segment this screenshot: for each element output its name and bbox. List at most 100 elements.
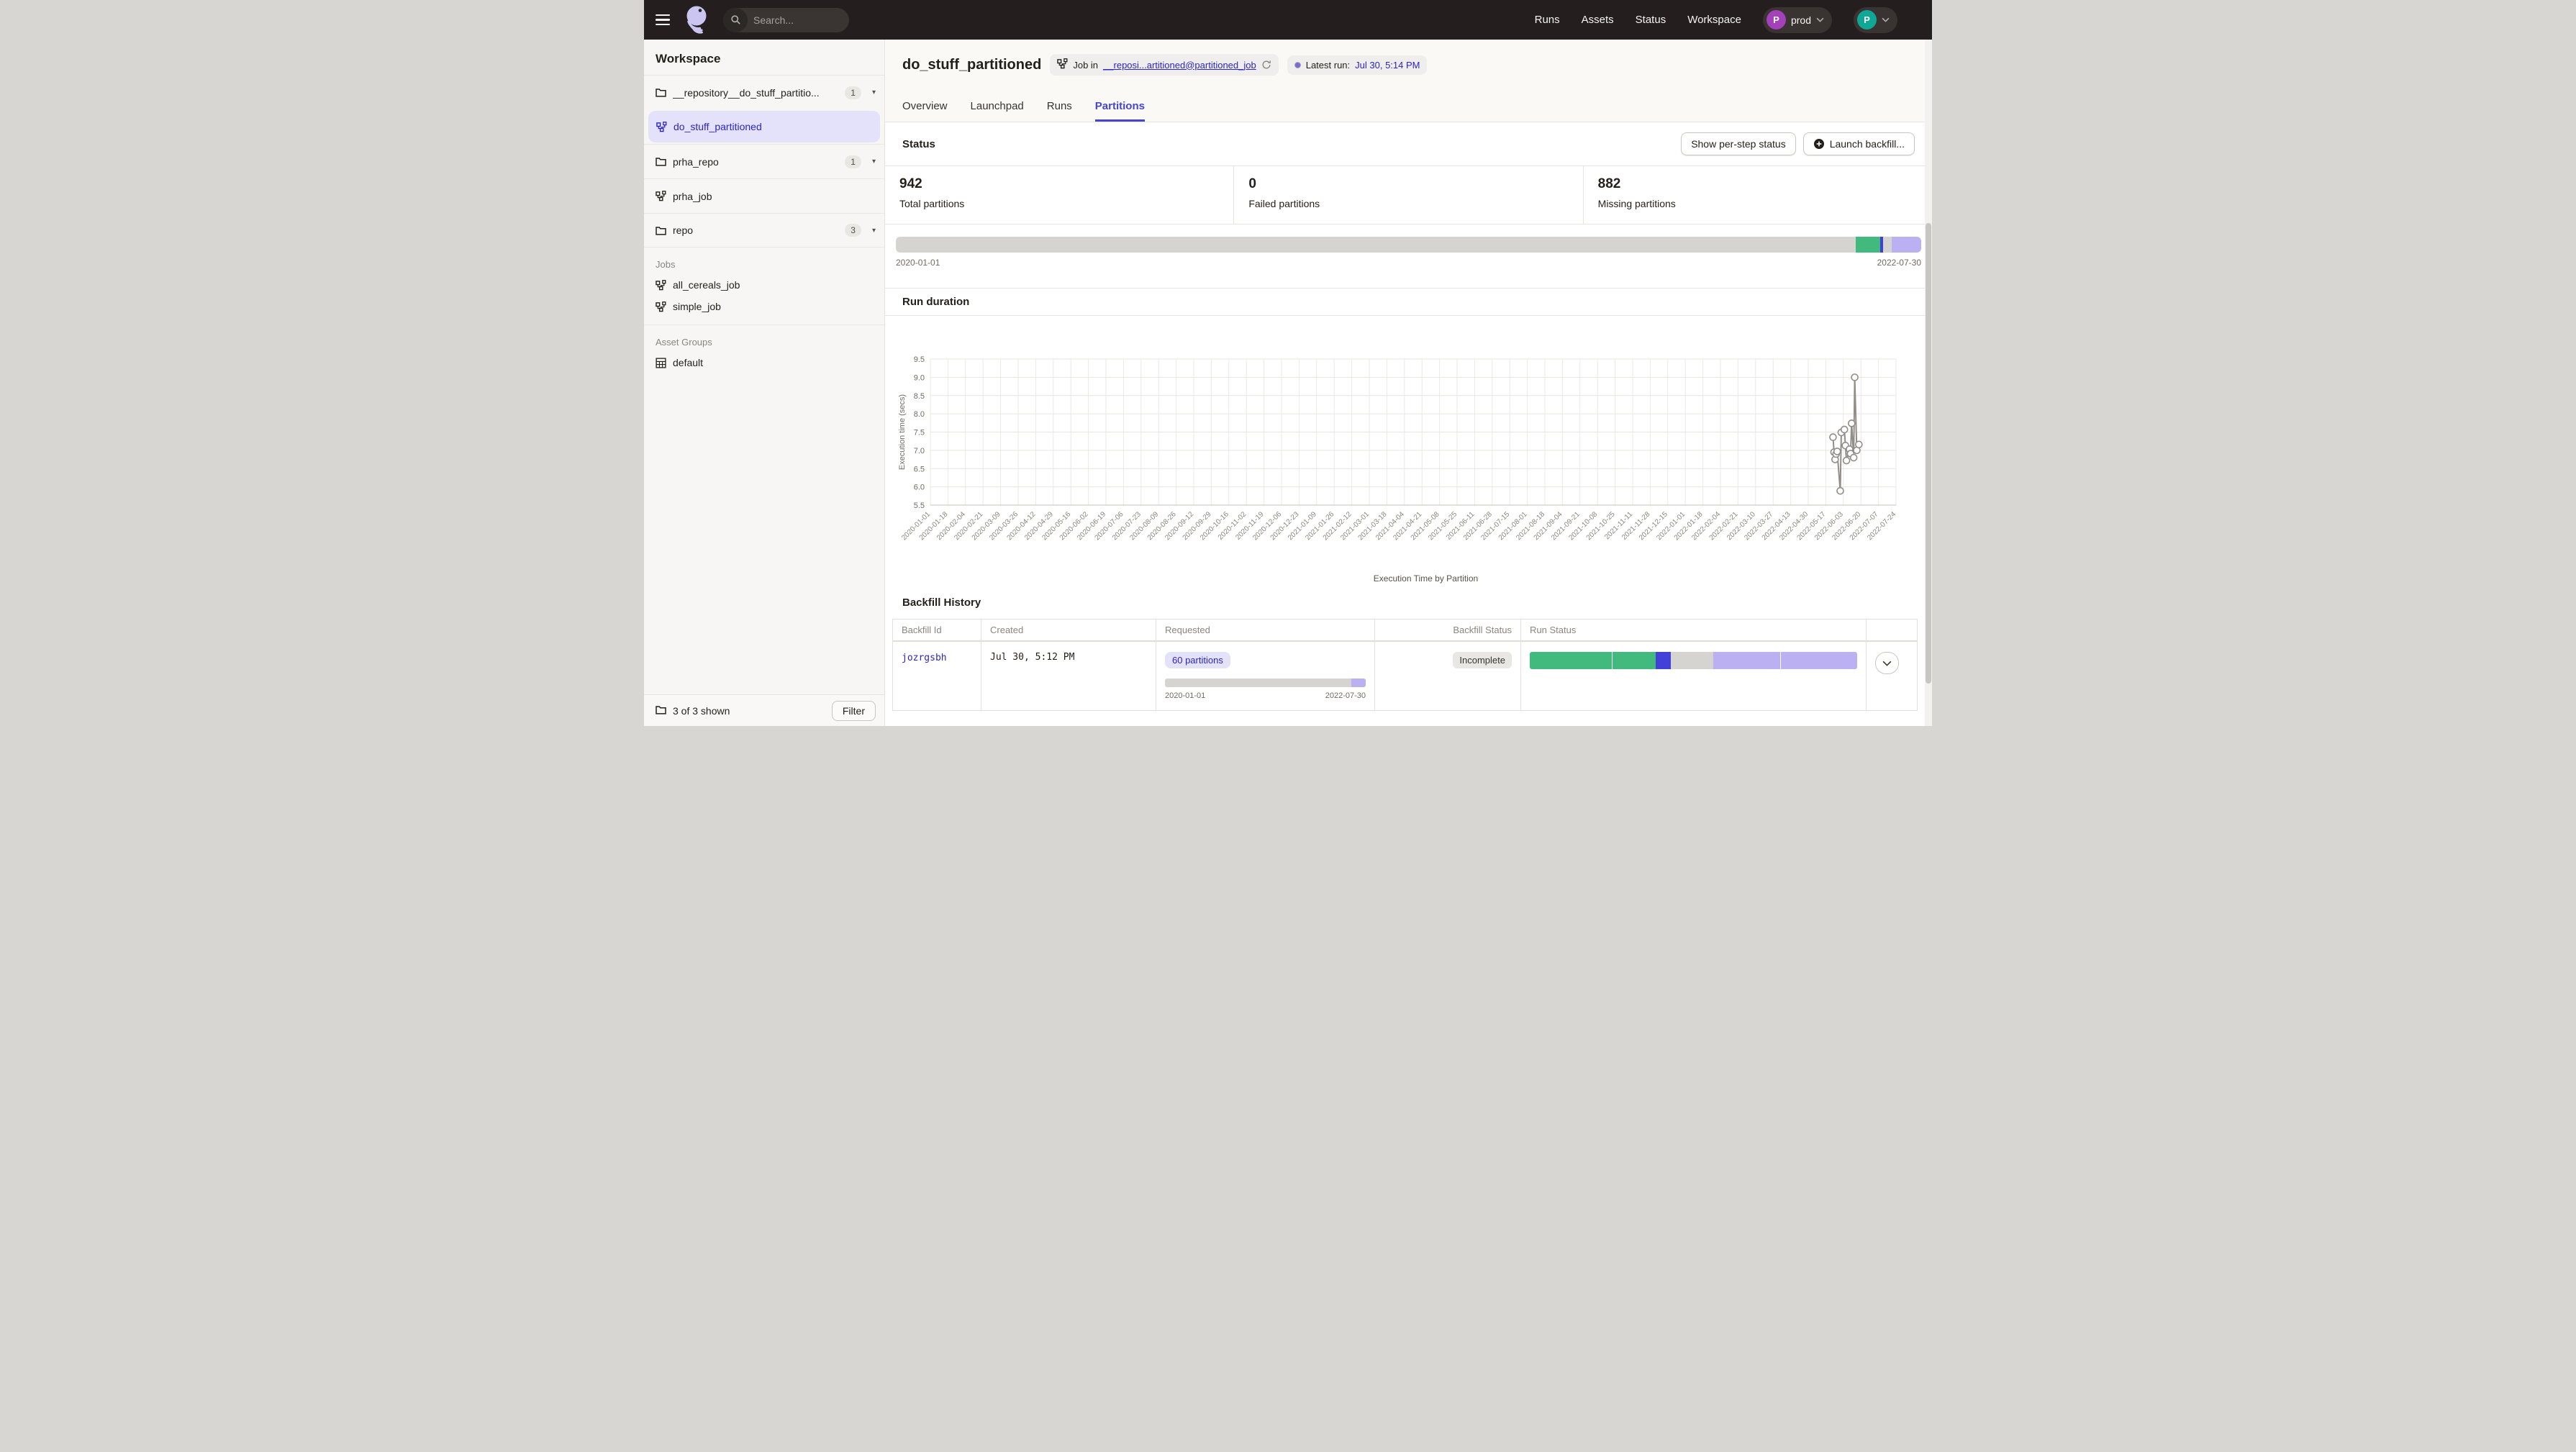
data-point[interactable] [1834, 448, 1841, 455]
job-origin-tag: Job in __reposi...artitioned@partitioned… [1050, 54, 1278, 76]
sidebar-item-label: prha_repo [673, 156, 838, 168]
bar-segment-lavender [1892, 237, 1921, 253]
top-nav-runs[interactable]: Runs [1535, 14, 1560, 26]
top-nav-status[interactable]: Status [1636, 14, 1666, 26]
sidebar-item-label: prha_job [673, 191, 876, 202]
sidebar-item-label: do_stuff_partitioned [674, 121, 871, 132]
caret-down-icon[interactable]: ▾ [872, 89, 876, 96]
job-tabs: Overview Launchpad Runs Partitions [902, 100, 1145, 122]
user-menu[interactable]: P [1854, 7, 1897, 33]
column-header-created: Created [981, 620, 1156, 640]
range-end: 2022-07-30 [1325, 691, 1366, 700]
sidebar-item-prha-repo[interactable]: prha_repo 1 ▾ [644, 144, 884, 178]
stat-label: Failed partitions [1248, 198, 1568, 209]
data-point[interactable] [1837, 488, 1843, 494]
data-point[interactable] [1830, 434, 1836, 440]
sidebar-item-label: __repository__do_stuff_partitio... [673, 87, 838, 99]
partition-status-bar[interactable] [896, 237, 1921, 253]
status-actions: Show per-step status Launch backfill... [1681, 132, 1915, 155]
folder-icon [656, 226, 666, 235]
y-tick-label: 8.5 [914, 392, 925, 401]
run-duration-chart-svg: 5.56.06.57.07.58.08.59.09.52020-01-01202… [896, 350, 1907, 566]
caret-down-icon[interactable]: ▾ [872, 158, 876, 165]
table-header-row: Backfill IdCreatedRequestedBackfill Stat… [893, 620, 1917, 642]
sidebar-items: __repository__do_stuff_partitio... 1 ▾ do_s… [644, 75, 884, 248]
series-line [1833, 377, 1859, 491]
stat-total-partitions: 942Total partitions [885, 166, 1233, 224]
page-scrollbar-track[interactable] [1925, 40, 1932, 726]
sidebar-item-all-cereals-job[interactable]: all_cereals_job [644, 274, 884, 296]
job-repo-link[interactable]: __reposi...artitioned@partitioned_job [1103, 60, 1256, 71]
sidebar-item-label: repo [673, 224, 838, 236]
sidebar-item-do-stuff-partitioned[interactable]: do_stuff_partitioned [648, 111, 880, 142]
dagster-logo-icon[interactable] [681, 4, 713, 37]
y-tick-label: 5.5 [914, 502, 925, 510]
data-point[interactable] [1843, 458, 1850, 464]
sidebar-item-simple-job[interactable]: simple_job [644, 296, 884, 317]
caret-down-icon[interactable]: ▾ [872, 227, 876, 235]
data-point[interactable] [1851, 455, 1857, 461]
deployment-switcher[interactable]: P prod [1763, 7, 1832, 33]
sidebar-item--repository-do-stuff-partitio-[interactable]: __repository__do_stuff_partitio... 1 ▾ [644, 75, 884, 109]
tab-launchpad[interactable]: Launchpad [971, 100, 1024, 122]
launch-backfill-button[interactable]: Launch backfill... [1803, 132, 1915, 155]
plus-circle-icon [1813, 138, 1825, 150]
top-nav-assets[interactable]: Assets [1582, 14, 1614, 26]
chart-caption: Execution Time by Partition [920, 573, 1932, 584]
requested-cell: 60 partitions 2020-01-01 2022-07-30 [1156, 642, 1375, 710]
data-point[interactable] [1851, 374, 1858, 381]
expand-row-button[interactable] [1875, 652, 1899, 674]
y-axis-label: Execution time (secs) [898, 394, 907, 470]
bar-segment-blue [1656, 652, 1670, 669]
show-per-step-status-button[interactable]: Show per-step status [1681, 132, 1796, 155]
asset-group-icon [656, 358, 666, 368]
repo-count-badge: 1 [845, 86, 861, 99]
sidebar-item-prha-job[interactable]: prha_job [644, 178, 884, 213]
hamburger-menu-icon[interactable] [644, 0, 681, 40]
search-icon [723, 8, 748, 32]
top-nav-links: Runs Assets Status Workspace [1535, 14, 1741, 26]
column-header-requested: Requested [1156, 620, 1375, 640]
run-status-dot [1294, 62, 1301, 68]
column-header-backfill-id: Backfill Id [893, 620, 981, 640]
refresh-icon[interactable] [1261, 60, 1271, 70]
requested-partitions-badge[interactable]: 60 partitions [1165, 652, 1230, 668]
tab-partitions[interactable]: Partitions [1095, 100, 1145, 122]
job-icon [1057, 58, 1068, 71]
run-duration-title: Run duration [885, 288, 1932, 316]
data-point[interactable] [1856, 441, 1862, 448]
user-avatar: P [1857, 10, 1877, 30]
sidebar-item-repo[interactable]: repo3▾ [644, 213, 884, 248]
partition-stats: 942Total partitions0Failed partitions882… [885, 165, 1932, 224]
partition-status-bar-wrap: 2020-01-01 2022-07-30 [885, 224, 1932, 268]
sidebar-footer: 3 of 3 shown Filter [644, 694, 884, 726]
global-search[interactable]: / [723, 8, 849, 32]
sidebar-item-default[interactable]: default [644, 352, 884, 373]
top-nav-workspace[interactable]: Workspace [1687, 14, 1741, 26]
backfill-id-link[interactable]: jozrgsbh [902, 653, 947, 663]
data-point[interactable] [1849, 420, 1855, 427]
chevron-down-icon [1816, 17, 1824, 22]
requested-range-bar [1165, 679, 1366, 687]
partition-range-start: 2020-01-01 [896, 258, 940, 268]
page-scrollbar-thumb[interactable] [1926, 223, 1931, 684]
button-label: Launch backfill... [1830, 138, 1905, 150]
run-status-bar[interactable] [1530, 652, 1857, 669]
filter-button[interactable]: Filter [832, 701, 876, 721]
backfill-history-table: Backfill IdCreatedRequestedBackfill Stat… [892, 619, 1918, 711]
search-input[interactable] [748, 14, 849, 26]
data-point[interactable] [1841, 426, 1848, 432]
top-nav-bar: / Runs Assets Status Workspace P prod P [644, 0, 1932, 40]
sidebar-sections: Jobsall_cereals_jobsimple_jobAsset Group… [644, 248, 884, 373]
latest-run-link[interactable]: Jul 30, 5:14 PM [1355, 60, 1420, 71]
tab-overview[interactable]: Overview [902, 100, 948, 122]
tab-runs[interactable]: Runs [1047, 100, 1072, 122]
repo-count-badge: 1 [845, 155, 861, 168]
bar-segment-lavender [1713, 652, 1780, 669]
column-header-run-status: Run Status [1521, 620, 1867, 640]
backfill-status-badge: Incomplete [1453, 652, 1512, 668]
job-icon [656, 122, 667, 132]
range-start: 2020-01-01 [1165, 691, 1205, 700]
run-status-cell [1521, 642, 1867, 710]
bar-segment-green [1530, 652, 1612, 669]
